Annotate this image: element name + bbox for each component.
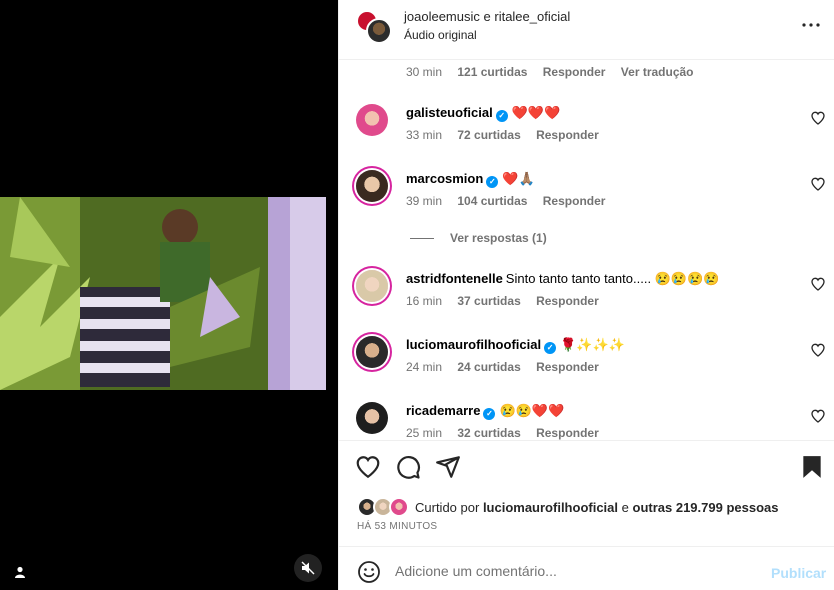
comment-input[interactable] [395, 558, 755, 584]
view-replies-button[interactable]: Ver respostas (1) [410, 231, 547, 245]
avatar [389, 497, 409, 517]
comment-text: Sinto tanto tanto tanto..... 😢😢😢😢 [505, 271, 720, 286]
comment-username[interactable]: marcosmion [406, 171, 483, 186]
author-link[interactable]: ritalee_oficial [494, 9, 570, 24]
comment-meta: 39 min 104 curtidas Responder [406, 194, 617, 208]
media-pane[interactable] [0, 0, 338, 590]
comment-meta: 30 min 121 curtidas Responder Ver traduç… [406, 65, 706, 79]
heart-icon[interactable] [355, 454, 381, 480]
comment-text: 😢😢❤️❤️ [499, 403, 565, 418]
liker-username[interactable]: luciomaurofilhooficial [483, 500, 618, 515]
post-authors: joaoleemusic e ritalee_oficial [404, 9, 570, 24]
comment-body: luciomaurofilhooficial ✓ 🌹✨✨✨ [406, 336, 796, 354]
user-icon [15, 566, 25, 578]
comment-meta: 25 min 32 curtidas Responder [406, 426, 611, 440]
comment-meta: 16 min 37 curtidas Responder [406, 294, 611, 308]
comment-likes[interactable]: 32 curtidas [457, 426, 520, 440]
more-icon [802, 23, 820, 27]
comment-time[interactable]: 33 min [406, 128, 442, 142]
reply-button[interactable]: Responder [536, 294, 599, 308]
comment-username[interactable]: galisteuoficial [406, 105, 493, 120]
verified-badge-icon: ✓ [544, 342, 557, 354]
comment-time[interactable]: 16 min [406, 294, 442, 308]
comments-list[interactable]: 30 min 121 curtidas Responder Ver traduç… [339, 60, 834, 440]
post-header: joaoleemusic e ritalee_oficial Áudio ori… [339, 0, 834, 60]
replies-divider [410, 237, 434, 239]
mute-button[interactable] [294, 554, 322, 582]
translate-button[interactable]: Ver tradução [621, 65, 694, 79]
comment-time[interactable]: 30 min [406, 65, 442, 79]
post-timestamp[interactable]: HÁ 53 MINUTOS [357, 521, 437, 532]
comment-body: marcosmion ✓ ❤️🙏🏽 [406, 170, 796, 188]
likes-connector: e [621, 499, 629, 515]
comment-likes[interactable]: 24 curtidas [457, 360, 520, 374]
post-actions [339, 440, 834, 490]
comment-time[interactable]: 39 min [406, 194, 442, 208]
comment-likes[interactable]: 37 curtidas [457, 294, 520, 308]
like-comment-heart-icon[interactable] [810, 110, 826, 126]
comment-username[interactable]: astridfontenelle [406, 271, 503, 286]
speaker-muted-icon [301, 561, 315, 575]
add-comment-bar: Publicar [339, 546, 834, 590]
avatar[interactable] [356, 270, 388, 302]
comment-meta: 33 min 72 curtidas Responder [406, 128, 611, 142]
author-link[interactable]: joaoleemusic [404, 9, 480, 24]
view-replies-label[interactable]: Ver respostas (1) [450, 231, 547, 245]
comment-time[interactable]: 25 min [406, 426, 442, 440]
verified-badge-icon: ✓ [483, 408, 496, 420]
video-frame[interactable] [0, 197, 326, 390]
tagged-user-button[interactable] [8, 560, 32, 584]
reply-button[interactable]: Responder [536, 128, 599, 142]
more-options-button[interactable] [800, 14, 822, 36]
author-avatars[interactable] [356, 10, 392, 44]
liker-avatars[interactable] [357, 497, 411, 517]
comment-username[interactable]: luciomaurofilhooficial [406, 337, 541, 352]
avatar[interactable] [356, 336, 388, 368]
reply-button[interactable]: Responder [536, 426, 599, 440]
like-comment-heart-icon[interactable] [810, 408, 826, 424]
avatar[interactable] [366, 18, 392, 44]
likes-prefix: Curtido por [415, 499, 480, 515]
bookmark-icon[interactable] [799, 454, 825, 480]
comment-likes[interactable]: 72 curtidas [457, 128, 520, 142]
like-comment-heart-icon[interactable] [810, 342, 826, 358]
author-separator: e [483, 9, 491, 24]
like-comment-heart-icon[interactable] [810, 276, 826, 292]
comment-text: 🌹✨✨✨ [560, 337, 625, 352]
likes-summary: Curtido por luciomaurofilhooficial e out… [357, 496, 778, 518]
publish-button[interactable]: Publicar [771, 565, 826, 581]
reply-button[interactable]: Responder [543, 65, 606, 79]
comment-body: galisteuoficial ✓ ❤️❤️❤️ [406, 104, 796, 122]
comment-body: astridfontenelle Sinto tanto tanto tanto.… [406, 270, 796, 288]
comment-likes[interactable]: 104 curtidas [457, 194, 527, 208]
avatar[interactable] [356, 104, 388, 136]
post-panel: joaoleemusic e ritalee_oficial Áudio ori… [338, 0, 834, 590]
verified-badge-icon: ✓ [495, 110, 508, 122]
comment-meta: 24 min 24 curtidas Responder [406, 360, 611, 374]
avatar[interactable] [356, 402, 388, 434]
comment-text: ❤️🙏🏽 [502, 171, 535, 186]
reply-button[interactable]: Responder [543, 194, 606, 208]
audio-link[interactable]: Áudio original [404, 28, 477, 42]
comment-text: ❤️❤️❤️ [511, 105, 561, 120]
reply-button[interactable]: Responder [536, 360, 599, 374]
smiley-icon[interactable] [357, 560, 381, 584]
comment-time[interactable]: 24 min [406, 360, 442, 374]
verified-badge-icon: ✓ [486, 176, 499, 188]
comment-icon[interactable] [395, 454, 421, 480]
comment-body: ricademarre ✓ 😢😢❤️❤️ [406, 402, 796, 420]
send-icon[interactable] [435, 454, 461, 480]
video-still [0, 197, 326, 390]
like-comment-heart-icon[interactable] [810, 176, 826, 192]
avatar[interactable] [356, 170, 388, 202]
others-likes-link[interactable]: outras 219.799 pessoas [633, 500, 779, 515]
comment-username[interactable]: ricademarre [406, 403, 480, 418]
comment-likes[interactable]: 121 curtidas [457, 65, 527, 79]
